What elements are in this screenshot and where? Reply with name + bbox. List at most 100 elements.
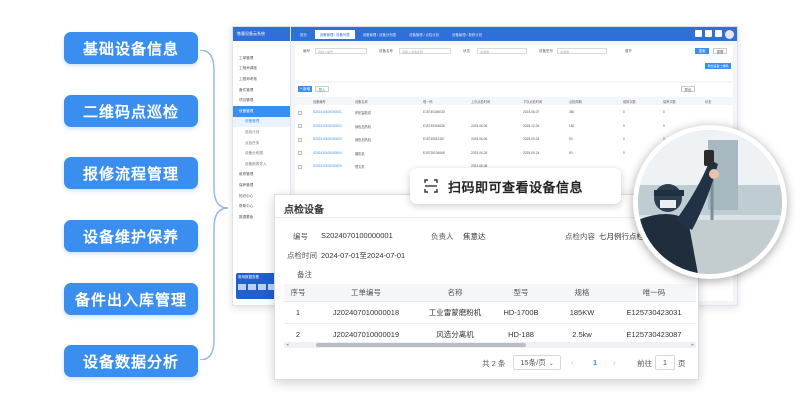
tab-device-list[interactable]: 设备管理 / 设备列表 [314, 29, 355, 39]
total-count: 共 2 条 [482, 359, 506, 368]
mini-cell: 0 [623, 123, 625, 128]
row-checkbox[interactable] [298, 164, 302, 169]
app-brand: 售墨设备云系统 [233, 27, 290, 41]
mini-cell: 360 [569, 110, 575, 114]
next-page-icon[interactable]: › [613, 358, 616, 367]
row-checkbox[interactable] [298, 124, 302, 128]
row-checkbox[interactable] [298, 151, 302, 155]
prev-page-icon[interactable]: ‹ [571, 358, 574, 367]
export-qr-button[interactable]: 导出设备二维码 [705, 63, 731, 69]
mini-cell: 绿色加热机 [355, 138, 371, 142]
mini-cell: 0 [663, 123, 665, 128]
owner-value: 焦意达 [463, 232, 486, 241]
feature-pill-data-analysis: 设备数据分析 [64, 345, 198, 377]
mini-cell: E15740344838 [423, 123, 445, 128]
filter-code-input[interactable]: 请输入编号 [315, 48, 367, 54]
sidebar-item[interactable]: 保养管理 [233, 180, 290, 191]
promo-icon [258, 284, 266, 290]
mini-col-header: 下次点检时间 [523, 99, 543, 104]
reset-button[interactable]: 重置 [713, 48, 727, 54]
filter-label-model: 设备型号 [539, 49, 553, 53]
mini-cell-code[interactable]: S202410100000002 [313, 124, 342, 128]
filter-label-name: 设备名称 [379, 49, 393, 53]
fullscreen-icon[interactable] [715, 29, 722, 37]
cell-spec: 185KW [552, 301, 612, 324]
sidebar-item[interactable]: 项目管理 [233, 95, 290, 106]
cell-name: 工业雷蒙磨粉机 [420, 301, 490, 324]
table-row[interactable]: 1 J202407010000018 工业雷蒙磨粉机 HD-1700B 185K… [284, 301, 696, 324]
tab-device-map[interactable]: 设备管理 / 设备分布图 [358, 30, 401, 39]
import-button[interactable]: 导入 [315, 86, 329, 92]
tab-repair-plan[interactable]: 设备管理 / 报修计划 [447, 30, 487, 39]
goto-page-input[interactable]: 1 [655, 355, 675, 370]
feature-pill-basic-info: 基础设备信息 [64, 32, 198, 64]
col-header: 工单编号 [312, 284, 420, 302]
row-checkbox[interactable] [298, 137, 302, 142]
scroll-right-icon[interactable]: ▸ [691, 342, 694, 348]
sidebar-subitem[interactable]: 设备分布图 [233, 148, 290, 159]
sidebar-item[interactable]: 工程师调度 [233, 64, 290, 75]
mini-cell: 2025-06-06 [471, 137, 488, 141]
sidebar-item[interactable]: 工程师考核 [233, 74, 290, 85]
content-value: 七月例行点检 [599, 232, 644, 241]
mini-col-header: 保养次数 [663, 99, 676, 104]
mini-col-header: 状态 [705, 99, 712, 104]
owner-label: 负责人 [431, 232, 454, 241]
sidebar-item[interactable]: 维修管理 [233, 170, 290, 181]
mini-cell: 0 [623, 137, 625, 141]
mini-cell: 90 [569, 137, 573, 141]
sidebar-item[interactable]: 工单管理 [233, 53, 290, 64]
remark-label: 备注 [297, 270, 312, 279]
scrollbar-thumb[interactable] [316, 343, 526, 347]
current-page[interactable]: 1 [593, 358, 597, 367]
tab-inspection-plan[interactable]: 设备管理 / 点检计划 [404, 30, 444, 39]
time-value: 2024-07-01至2024-07-01 [321, 251, 406, 260]
content-label: 点检内容 [565, 232, 595, 241]
bell-icon[interactable] [695, 29, 702, 37]
mini-cell: 绿色加热机 [355, 124, 371, 129]
col-header: 序号 [284, 284, 312, 302]
tab-home[interactable]: 首页 [295, 30, 312, 39]
mini-cell: E15740512387 [423, 137, 445, 141]
export-button[interactable]: 导出 [681, 86, 695, 92]
mini-cell: 180 [569, 123, 575, 128]
sidebar-subitem-active[interactable]: 设备管理 [233, 116, 290, 128]
filter-model-select[interactable]: 请选择 [557, 48, 607, 54]
sidebar-item[interactable]: 备件管理 [233, 85, 290, 96]
sidebar-subitem[interactable]: 巡检计划 [233, 127, 290, 138]
mini-cell-code[interactable]: S202410100000003 [313, 137, 342, 141]
add-device-button[interactable]: + 新增 [298, 86, 312, 92]
time-label: 点检时间 [287, 251, 317, 260]
mini-cell: 2025-06-26 [471, 150, 488, 155]
sidebar-item-active[interactable]: 设备管理 [233, 105, 290, 117]
mini-cell: 2025-09-24 [523, 150, 540, 155]
mini-col-header: 唯一码 [423, 99, 433, 104]
sidebar-subitem[interactable]: 设备报表导入 [233, 159, 290, 170]
mini-cell: E15728134068 [423, 150, 445, 155]
avatar[interactable] [725, 29, 734, 39]
cell-model: HD-1700B [490, 301, 552, 324]
mini-cell: E15740345033 [423, 110, 445, 114]
horizontal-scrollbar[interactable]: ◂ ▸ [284, 342, 696, 348]
cell-order-no: J202407010000018 [312, 301, 420, 324]
feature-pill-repair-flow: 报修流程管理 [64, 157, 198, 189]
sidebar-subitem[interactable]: 点检任务 [233, 138, 290, 149]
code-label: 编号 [293, 232, 308, 241]
filter-name-input[interactable]: 请输入设备名称 [399, 48, 451, 54]
filter-expand[interactable]: 展开 [625, 49, 632, 54]
search-button[interactable]: 搜索 [695, 48, 709, 54]
settings-icon[interactable] [705, 29, 712, 37]
mini-cell-code[interactable]: S202410100000005 [313, 164, 342, 168]
col-header: 名称 [420, 284, 490, 302]
mini-cell-code[interactable]: S202410100000004 [313, 151, 342, 155]
cell-index: 1 [284, 301, 312, 324]
scroll-left-icon[interactable]: ◂ [286, 342, 289, 348]
scan-tip-text: 扫码即可查看设备信息 [448, 179, 584, 195]
filter-status-select[interactable]: 请选择 [477, 48, 527, 54]
page-size-select[interactable]: 15条/页 ⌄ [513, 355, 561, 370]
card-title: 点检设备 [284, 205, 324, 216]
row-checkbox[interactable] [298, 110, 302, 115]
feature-pill-qr-inspection: 二维码点巡检 [64, 95, 198, 127]
worker-scanning-photo [633, 125, 787, 279]
mini-cell-code[interactable]: S202410100000001 [313, 110, 342, 114]
